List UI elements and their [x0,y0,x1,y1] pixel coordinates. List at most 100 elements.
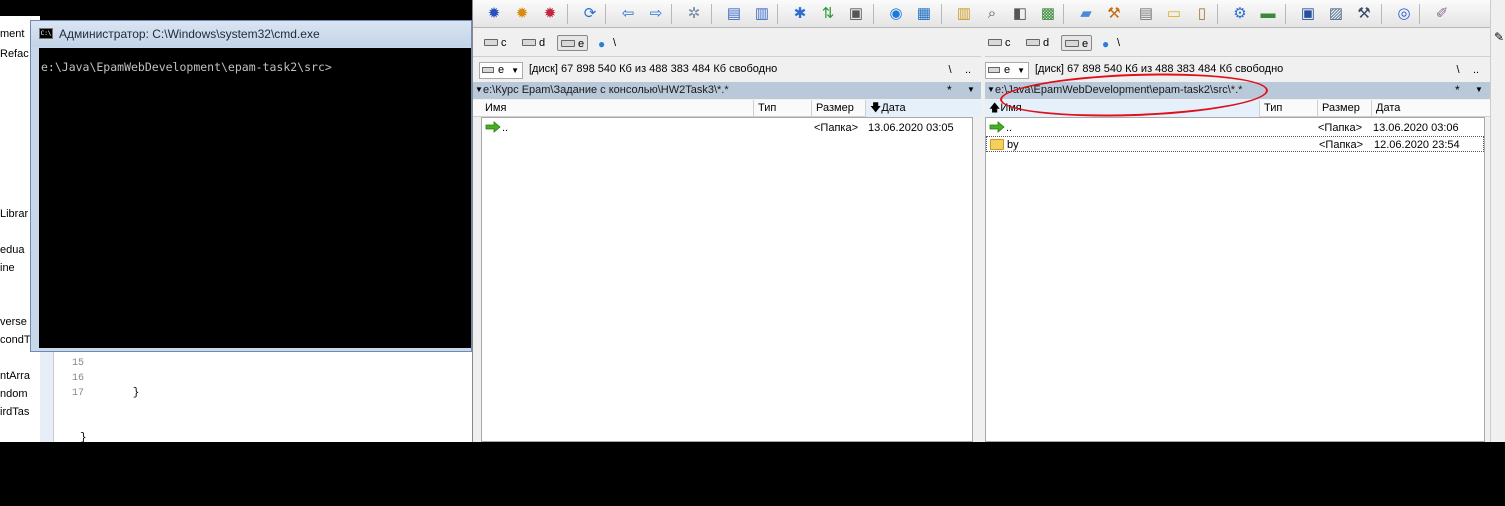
left-up-button[interactable]: .. [959,62,977,78]
file-date: 12.06.2020 23:54 [1374,139,1460,151]
drive-d-button[interactable]: d [1023,35,1052,51]
header-label: Дата [881,102,906,114]
cogs-icon[interactable]: ⚙ [1229,3,1251,25]
tools-icon[interactable]: ⚒ [1353,3,1375,25]
sort-asc-icon: 🡅 [989,102,1001,114]
ide-sidebar-fragment: ndom [0,388,28,400]
cmd-window-title: Администратор: C:\Windows\system32\cmd.e… [59,27,320,41]
forward-icon[interactable]: ⇨ [645,3,667,25]
header-label: Дата [1376,102,1401,114]
total-commander-window[interactable]: ✹ ✹ ✹ ⟳ ⇦ ⇨ ✲ ▤ ▥ ✱ ⇅ ▣ ◉ ▦ ▥ ⌕ ◧ ▩ ▰ ⚒ ▤ ▭ ▯ ⚙ ▬ ▣ ▨ ⚒ ◎ ✐ c d e ● \ … [472,0,1491,442]
file-row[interactable]: .. <Папка> 13.06.2020 03:06 [986,120,1484,136]
refresh-icon[interactable]: ⟳ [579,3,601,25]
ide-top-bar [0,0,474,16]
file-date: 13.06.2020 03:05 [868,122,954,134]
header-date[interactable]: Дата [1371,100,1491,117]
left-file-panel[interactable]: c d e ● \ e ▼ [диск] 67 898 540 Кб из 488 … [473,29,981,442]
header-type[interactable]: Тип [1259,100,1317,117]
document-icon[interactable]: ▯ [1191,3,1213,25]
media-icon[interactable]: ◎ [1393,3,1415,25]
file-size: <Папка> [814,122,858,134]
gear-orange-icon[interactable]: ✹ [511,3,533,25]
header-date[interactable]: 🡇Дата [865,100,981,117]
drive-d-button[interactable]: d [519,35,548,51]
left-drive-select[interactable]: e ▼ [479,62,523,79]
drive-select-value: e [1004,64,1011,76]
cmd-titlebar[interactable]: C:\ Администратор: C:\Windows\system32\c… [31,21,471,47]
history-dropdown-icon[interactable]: ▼ [987,85,995,94]
sort-icon[interactable]: ⇅ [817,3,839,25]
search-star-icon[interactable]: ✱ [789,3,811,25]
cmd-console[interactable]: e:\Java\EpamWebDevelopment\epam-task2\sr… [39,48,471,348]
clipboard-icon[interactable]: ▣ [845,3,867,25]
left-drive-bar: c d e ● \ [473,29,981,57]
drive-c-button[interactable]: c [481,35,510,51]
right-file-list[interactable]: .. <Папка> 13.06.2020 03:06 by <Папка> 12.06.… [985,117,1485,442]
gear-red-icon[interactable]: ✹ [539,3,561,25]
edit-icon[interactable]: ▰ [1075,3,1097,25]
file-row[interactable]: .. <Папка> 13.06.2020 03:05 [482,120,972,136]
header-size[interactable]: Размер [811,100,865,117]
ide-code-text: } } [80,356,139,506]
gear-blue-icon[interactable]: ✹ [483,3,505,25]
right-root-button[interactable]: \ [1449,62,1467,78]
right-filter-star[interactable]: * [1455,83,1460,97]
header-label: Тип [1264,102,1283,114]
header-label: Размер [816,102,854,114]
drive-e-button[interactable]: e [557,35,589,51]
broom-icon[interactable]: ⚒ [1103,3,1125,25]
pack-icon[interactable]: ▤ [723,3,745,25]
compare-icon[interactable]: ◧ [1009,3,1031,25]
drive-icon[interactable]: ▬ [1257,3,1279,25]
sync-icon[interactable]: ▩ [1037,3,1059,25]
browser-icon[interactable]: ◉ [885,3,907,25]
cmd-app-icon: C:\ [39,28,53,39]
net-root-label: \ [613,37,617,49]
drive-icon [482,67,494,73]
header-type[interactable]: Тип [753,100,811,117]
screen-icon[interactable]: ▨ [1325,3,1347,25]
drive-label: e [578,38,585,50]
toolbar-separator [1217,4,1218,24]
chevron-down-icon[interactable]: ▼ [1475,85,1483,94]
history-dropdown-icon[interactable]: ▼ [475,85,483,94]
copy-icon[interactable]: ▥ [953,3,975,25]
network-root-button[interactable]: ● \ [1099,35,1123,51]
right-up-button[interactable]: .. [1467,62,1485,78]
drive-label: c [501,37,507,49]
file-row[interactable]: by <Папка> 12.06.2020 23:54 [986,136,1484,152]
unpack-icon[interactable]: ▥ [751,3,773,25]
drive-e-button[interactable]: e [1061,35,1093,51]
drive-icon [522,39,536,46]
left-file-list[interactable]: .. <Папка> 13.06.2020 03:05 [481,117,973,442]
network-icon[interactable]: ✲ [683,3,705,25]
drive-icon [484,39,498,46]
header-name[interactable]: Имя [481,100,753,117]
toolbar-separator [941,4,942,24]
parent-dir-arrow-icon [485,121,501,133]
ide-gutter [40,348,54,442]
notes-icon[interactable]: ▭ [1163,3,1185,25]
toolbar-separator [1381,4,1382,24]
drive-c-button[interactable]: c [985,35,1014,51]
back-icon[interactable]: ⇦ [617,3,639,25]
left-info-bar: e ▼ [диск] 67 898 540 Кб из 488 383 484 К… [473,59,981,81]
header-size[interactable]: Размер [1317,100,1371,117]
find-file-icon[interactable]: ⌕ [981,3,1003,25]
drive-icon [1026,39,1040,46]
network-root-button[interactable]: ● \ [595,35,619,51]
calculator-icon[interactable]: ▤ [1135,3,1157,25]
drive-label: d [539,37,546,49]
left-filter-star[interactable]: * [947,83,952,97]
image-icon[interactable]: ▣ [1297,3,1319,25]
ide-code-editor[interactable]: 15 16 17 } } [40,348,472,444]
chevron-down-icon: ▼ [511,66,519,75]
header-label: Имя [485,102,507,114]
brush-icon[interactable]: ✐ [1431,3,1453,25]
left-root-button[interactable]: \ [941,62,959,78]
right-drive-select[interactable]: e ▼ [985,62,1029,79]
chevron-down-icon[interactable]: ▼ [967,85,975,94]
left-path-bar[interactable]: ▼ e:\Курс Epam\Задание с консолью\HW2Tas… [473,82,981,99]
cmd-window[interactable]: C:\ Администратор: C:\Windows\system32\c… [30,20,472,352]
monitor-icon[interactable]: ▦ [913,3,935,25]
